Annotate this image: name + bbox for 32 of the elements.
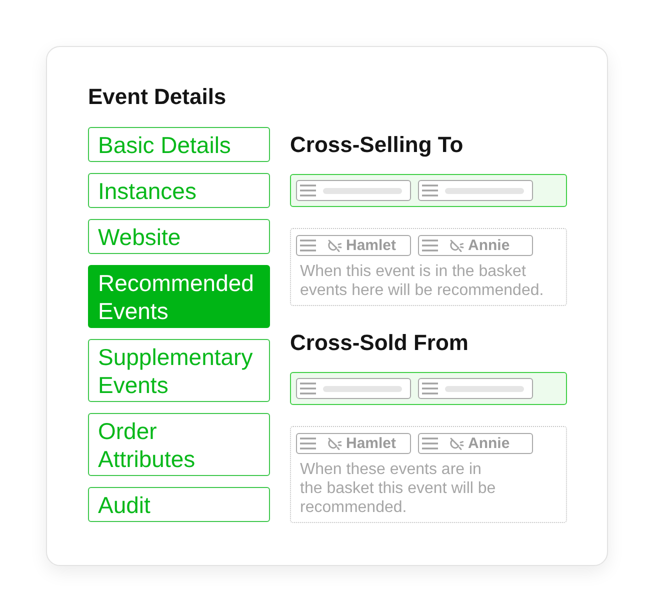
hamburger-icon	[422, 382, 438, 395]
hamburger-icon	[422, 437, 438, 450]
sidebar-item[interactable]: Supplementary Events	[88, 339, 270, 402]
satellite-dish-icon	[327, 437, 342, 450]
sidebar-item[interactable]: Audit	[88, 487, 270, 522]
sidebar-item[interactable]: Order Attributes	[88, 413, 270, 476]
hamburger-icon	[300, 239, 316, 252]
satellite-dish-icon	[449, 239, 464, 252]
hamburger-icon	[300, 382, 316, 395]
event-chip[interactable]: Hamlet	[296, 433, 411, 454]
hamburger-icon	[422, 239, 438, 252]
hint-text: When these events are in the basket this event will be recommended.	[300, 460, 496, 517]
sidebar-item[interactable]: Website	[88, 219, 270, 254]
event-chip[interactable]: Annie	[418, 235, 533, 256]
hamburger-icon	[300, 437, 316, 450]
event-chip[interactable]: Annie	[418, 433, 533, 454]
sidebar-title: Event Details	[88, 84, 226, 110]
hamburger-icon	[422, 184, 438, 197]
section-heading: Cross-Selling To	[290, 131, 464, 159]
placeholder-chip[interactable]	[296, 180, 411, 201]
event-chip[interactable]: Hamlet	[296, 235, 411, 256]
sidebar-item[interactable]: Instances	[88, 173, 270, 208]
satellite-dish-icon	[449, 437, 464, 450]
sidebar-item[interactable]: Recommended Events	[88, 265, 270, 328]
section-heading: Cross-Sold From	[290, 329, 468, 357]
placeholder-chip[interactable]	[418, 378, 533, 399]
placeholder-chip[interactable]	[418, 180, 533, 201]
hamburger-icon	[300, 184, 316, 197]
hint-text: When this event is in the basket events here will be recommended.	[300, 262, 544, 300]
satellite-dish-icon	[327, 239, 342, 252]
sidebar-item[interactable]: Basic Details	[88, 127, 270, 162]
placeholder-chip[interactable]	[296, 378, 411, 399]
